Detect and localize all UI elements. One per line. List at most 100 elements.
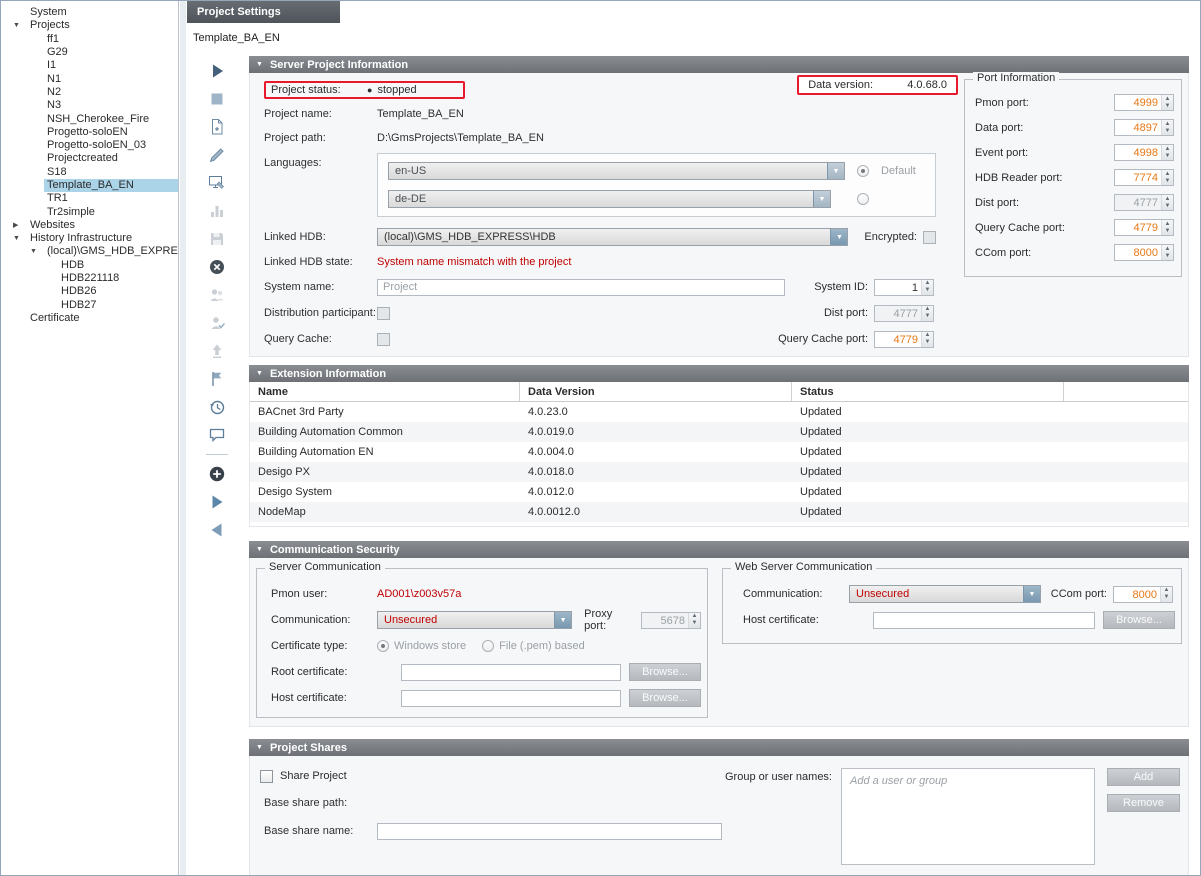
run-icon[interactable] — [203, 57, 231, 85]
extension-row[interactable]: BACnet 3rd Party 4.0.23.0 Updated — [250, 402, 1188, 422]
encrypted-checkbox[interactable] — [923, 231, 936, 244]
web-communication-dropdown[interactable]: Unsecured ▼ — [849, 585, 1041, 603]
share-project-checkbox[interactable] — [260, 770, 273, 783]
column-name[interactable]: Name — [250, 382, 520, 401]
spinner-buttons[interactable]: ▲▼ — [1161, 145, 1173, 160]
tree-item[interactable]: System — [1, 6, 178, 19]
back-icon[interactable] — [203, 516, 231, 544]
tree-item[interactable]: Projects — [1, 19, 178, 32]
web-host-certificate-browse-button[interactable]: Browse... — [1103, 611, 1175, 629]
tree-item[interactable]: I1 — [1, 59, 178, 72]
extension-row[interactable]: Building Automation Common 4.0.019.0 Upd… — [250, 422, 1188, 442]
tree-item[interactable]: HDB27 — [1, 299, 178, 312]
system-name-input[interactable] — [377, 279, 785, 296]
tree-item[interactable]: NSH_Cherokee_Fire — [1, 112, 178, 125]
windows-store-radio[interactable] — [377, 640, 389, 652]
chart-icon[interactable] — [203, 197, 231, 225]
tree-item[interactable]: History Infrastructure — [1, 232, 178, 245]
language-dropdown[interactable]: en-US ▼ — [388, 162, 845, 180]
add-button[interactable]: Add — [1107, 768, 1180, 786]
spinner-buttons[interactable]: ▲▼ — [921, 280, 933, 295]
spinner-buttons[interactable]: ▲▼ — [1161, 170, 1173, 185]
ccom-port-spinbox[interactable]: 8000 ▲▼ — [1113, 586, 1173, 603]
port-spinbox[interactable]: 4999 ▲▼ — [1114, 94, 1174, 111]
new-document-icon[interactable] — [203, 113, 231, 141]
column-status[interactable]: Status — [792, 382, 1064, 401]
project-shares-header[interactable]: ▼ Project Shares — [249, 739, 1189, 756]
extension-row[interactable]: Building Automation EN 4.0.004.0 Updated — [250, 442, 1188, 462]
history-icon[interactable] — [203, 393, 231, 421]
remove-button[interactable]: Remove — [1107, 794, 1180, 812]
display-edit-icon[interactable] — [203, 169, 231, 197]
spinner-buttons[interactable]: ▲▼ — [921, 332, 933, 347]
web-host-certificate-input[interactable] — [873, 612, 1095, 629]
system-id-spinbox[interactable]: 1 ▲▼ — [874, 279, 934, 296]
pem-file-radio[interactable] — [482, 640, 494, 652]
tree-item[interactable]: G29 — [1, 46, 178, 59]
extension-row[interactable]: Desigo System 4.0.012.0 Updated — [250, 482, 1188, 502]
flag-icon[interactable] — [203, 365, 231, 393]
spinner-buttons[interactable]: ▲▼ — [1160, 587, 1172, 602]
spinner-buttons[interactable]: ▲▼ — [1161, 195, 1173, 210]
default-language-radio[interactable] — [857, 193, 869, 205]
tab-project-settings[interactable]: Project Settings — [187, 1, 340, 23]
root-certificate-browse-button[interactable]: Browse... — [629, 663, 701, 681]
edit-icon[interactable] — [203, 141, 231, 169]
comment-icon[interactable] — [203, 421, 231, 449]
tree-item[interactable]: N1 — [1, 72, 178, 85]
tree-item[interactable]: HDB26 — [1, 285, 178, 298]
default-language-radio[interactable] — [857, 165, 869, 177]
column-data-version[interactable]: Data Version — [520, 382, 792, 401]
host-certificate-input[interactable] — [401, 690, 621, 707]
stop-icon[interactable] — [203, 85, 231, 113]
comm-security-header[interactable]: ▼ Communication Security — [249, 541, 1189, 558]
upload-icon[interactable] — [203, 337, 231, 365]
tree-item[interactable]: (local)\GMS_HDB_EXPRESS — [1, 245, 178, 258]
tree-item[interactable]: Progetto-soloEN_03 — [1, 139, 178, 152]
port-spinbox[interactable]: 7774 ▲▼ — [1114, 169, 1174, 186]
windows-store-option[interactable]: Windows store — [377, 640, 466, 652]
query-cache-checkbox[interactable] — [377, 333, 390, 346]
server-communication-dropdown[interactable]: Unsecured ▼ — [377, 611, 572, 629]
tree-item[interactable]: Template_BA_EN — [1, 179, 178, 192]
tree-item[interactable]: Certificate — [1, 312, 178, 325]
tree-expander-icon[interactable] — [30, 245, 44, 258]
tree-item[interactable]: S18 — [1, 166, 178, 179]
spinner-buttons[interactable]: ▲▼ — [1161, 95, 1173, 110]
tree-expander-icon[interactable] — [13, 19, 27, 32]
port-spinbox[interactable]: 4777 ▲▼ — [1114, 194, 1174, 211]
port-spinbox[interactable]: 4779 ▲▼ — [1114, 219, 1174, 236]
delete-icon[interactable] — [203, 253, 231, 281]
host-certificate-browse-button[interactable]: Browse... — [629, 689, 701, 707]
root-certificate-input[interactable] — [401, 664, 621, 681]
port-spinbox[interactable]: 8000 ▲▼ — [1114, 244, 1174, 261]
extension-info-header[interactable]: ▼ Extension Information — [249, 365, 1189, 382]
forward-icon[interactable] — [203, 488, 231, 516]
tree-item[interactable]: TR1 — [1, 192, 178, 205]
tree-item[interactable]: Tr2simple — [1, 205, 178, 218]
base-share-name-input[interactable] — [377, 823, 722, 840]
add-icon[interactable] — [203, 460, 231, 488]
spinner-buttons[interactable]: ▲▼ — [1161, 120, 1173, 135]
tree-item[interactable]: HDB — [1, 259, 178, 272]
tree-expander-icon[interactable] — [13, 219, 27, 232]
tree-item[interactable]: N3 — [1, 99, 178, 112]
query-cache-port-spinbox[interactable]: 4779 ▲▼ — [874, 331, 934, 348]
distribution-participant-checkbox[interactable] — [377, 307, 390, 320]
pem-file-option[interactable]: File (.pem) based — [482, 640, 585, 652]
spinner-buttons[interactable]: ▲▼ — [1161, 245, 1173, 260]
tree-item[interactable]: N2 — [1, 86, 178, 99]
save-icon[interactable] — [203, 225, 231, 253]
tree-item[interactable]: Projectcreated — [1, 152, 178, 165]
tree-item[interactable]: HDB221118 — [1, 272, 178, 285]
user-check-icon[interactable] — [203, 309, 231, 337]
language-dropdown[interactable]: de-DE ▼ — [388, 190, 831, 208]
tree-item[interactable]: Progetto-soloEN — [1, 126, 178, 139]
group-user-names-box[interactable]: Add a user or group — [841, 768, 1095, 865]
tree-expander-icon[interactable] — [13, 232, 27, 245]
port-spinbox[interactable]: 4998 ▲▼ — [1114, 144, 1174, 161]
extension-row[interactable]: NodeMap 4.0.0012.0 Updated — [250, 502, 1188, 522]
server-info-header[interactable]: ▼ Server Project Information — [249, 56, 1189, 73]
extension-row[interactable]: Desigo PX 4.0.018.0 Updated — [250, 462, 1188, 482]
linked-hdb-dropdown[interactable]: (local)\GMS_HDB_EXPRESS\HDB ▼ — [377, 228, 848, 246]
